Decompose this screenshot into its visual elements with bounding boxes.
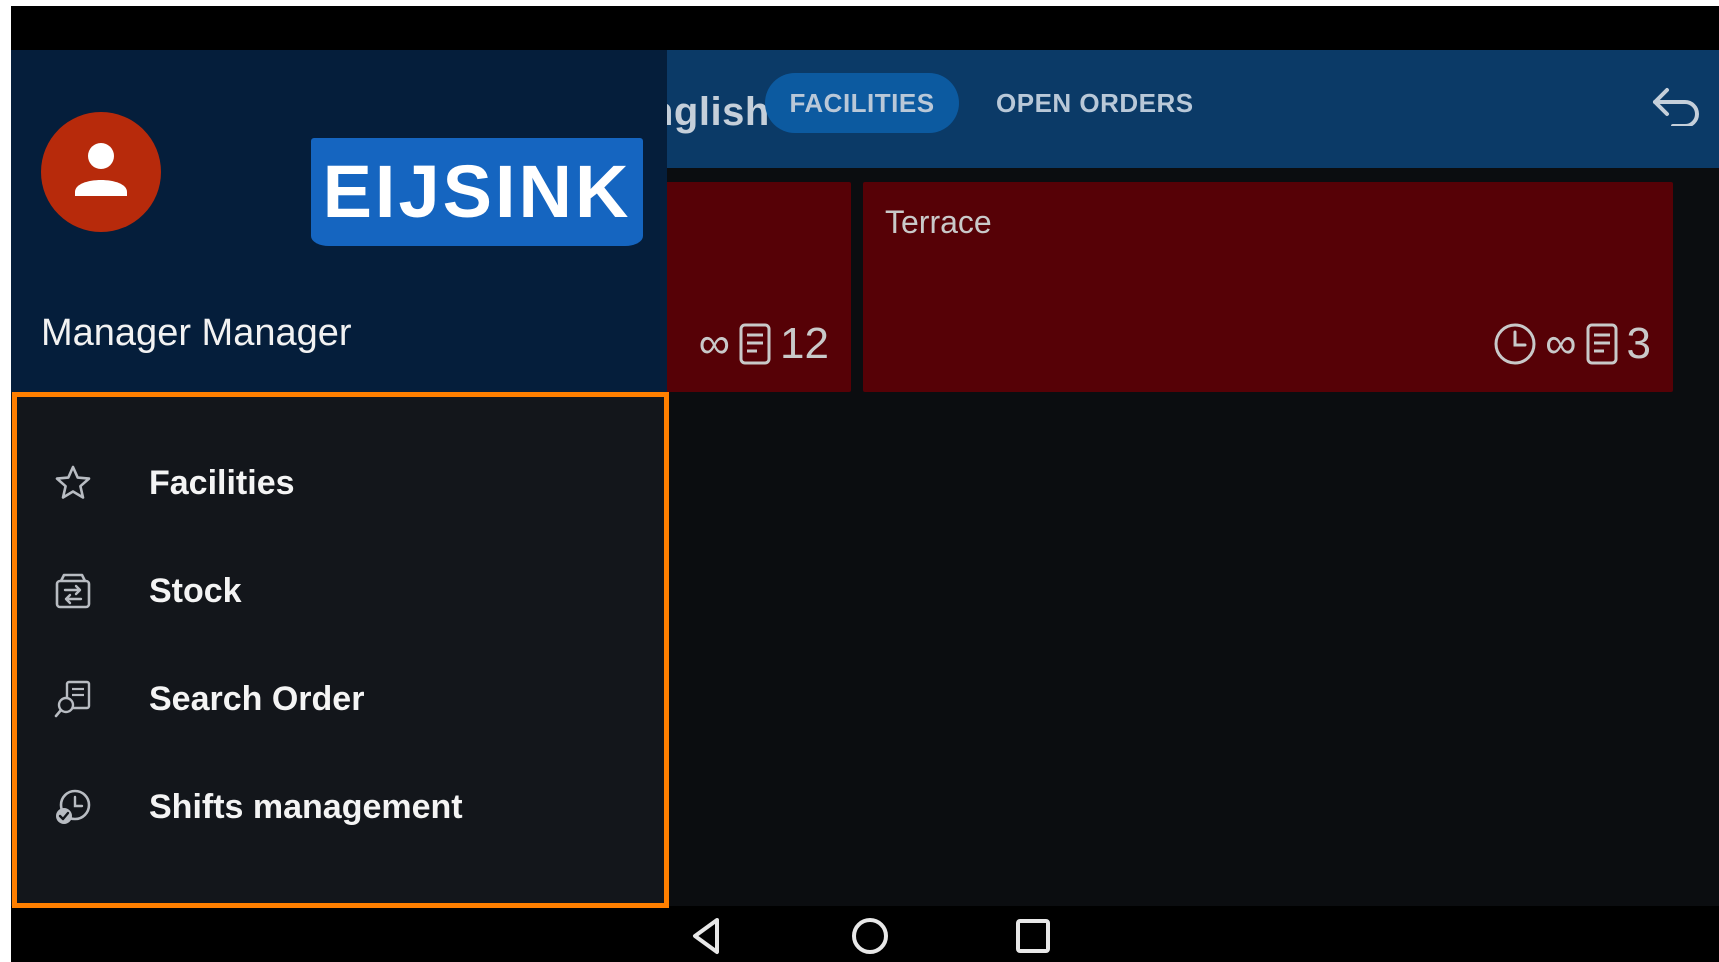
- language-selector[interactable]: nglish: [649, 92, 770, 132]
- menu-item-shifts-management[interactable]: Shifts management: [11, 767, 667, 847]
- clock-icon: [1494, 323, 1536, 365]
- back-arrow-icon[interactable]: [1649, 82, 1703, 126]
- menu-item-label: Shifts management: [149, 787, 463, 826]
- infinity-icon: ∞: [698, 319, 731, 368]
- menu-item-stock[interactable]: Stock: [11, 551, 667, 631]
- receipt-icon: [739, 323, 771, 365]
- device-screen: nglish FACILITIES OPEN ORDERS ∞ 12 Terra…: [11, 6, 1719, 962]
- facility-card[interactable]: Terrace ∞ 3: [863, 182, 1673, 392]
- order-count: 3: [1626, 319, 1651, 368]
- shift-clock-icon: [56, 789, 91, 824]
- card-stats: ∞ 12: [699, 322, 829, 366]
- menu-item-search-order[interactable]: Search Order: [11, 659, 667, 739]
- search-order-icon: [54, 680, 91, 718]
- menu-item-label: Search Order: [149, 679, 365, 718]
- navigation-drawer: EIJSINK Manager Manager Facilities Stock: [11, 50, 667, 906]
- person-icon: [75, 143, 127, 196]
- back-triangle-icon[interactable]: [683, 912, 731, 960]
- menu-item-label: Facilities: [149, 463, 295, 502]
- card-title: Terrace: [885, 204, 992, 240]
- receipt-icon: [1586, 323, 1618, 365]
- home-circle-icon[interactable]: [846, 912, 894, 960]
- tab-facilities[interactable]: FACILITIES: [765, 73, 959, 133]
- menu-item-label: Stock: [149, 571, 242, 610]
- avatar[interactable]: [41, 112, 161, 232]
- order-count: 12: [780, 319, 829, 368]
- stock-transfer-icon: [55, 573, 91, 609]
- system-navigation-bar: [11, 906, 1719, 962]
- card-stats: ∞ 3: [1493, 322, 1651, 366]
- menu-item-facilities[interactable]: Facilities: [11, 443, 667, 523]
- drawer-header: EIJSINK Manager Manager: [11, 50, 667, 393]
- infinity-icon: ∞: [1545, 319, 1577, 368]
- star-outline-icon: [55, 465, 91, 499]
- user-name: Manager Manager: [41, 312, 352, 354]
- status-bar: [11, 6, 1719, 50]
- brand-logo: EIJSINK: [311, 138, 643, 246]
- recent-apps-icon[interactable]: [1009, 912, 1057, 960]
- tab-open-orders[interactable]: OPEN ORDERS: [996, 73, 1196, 133]
